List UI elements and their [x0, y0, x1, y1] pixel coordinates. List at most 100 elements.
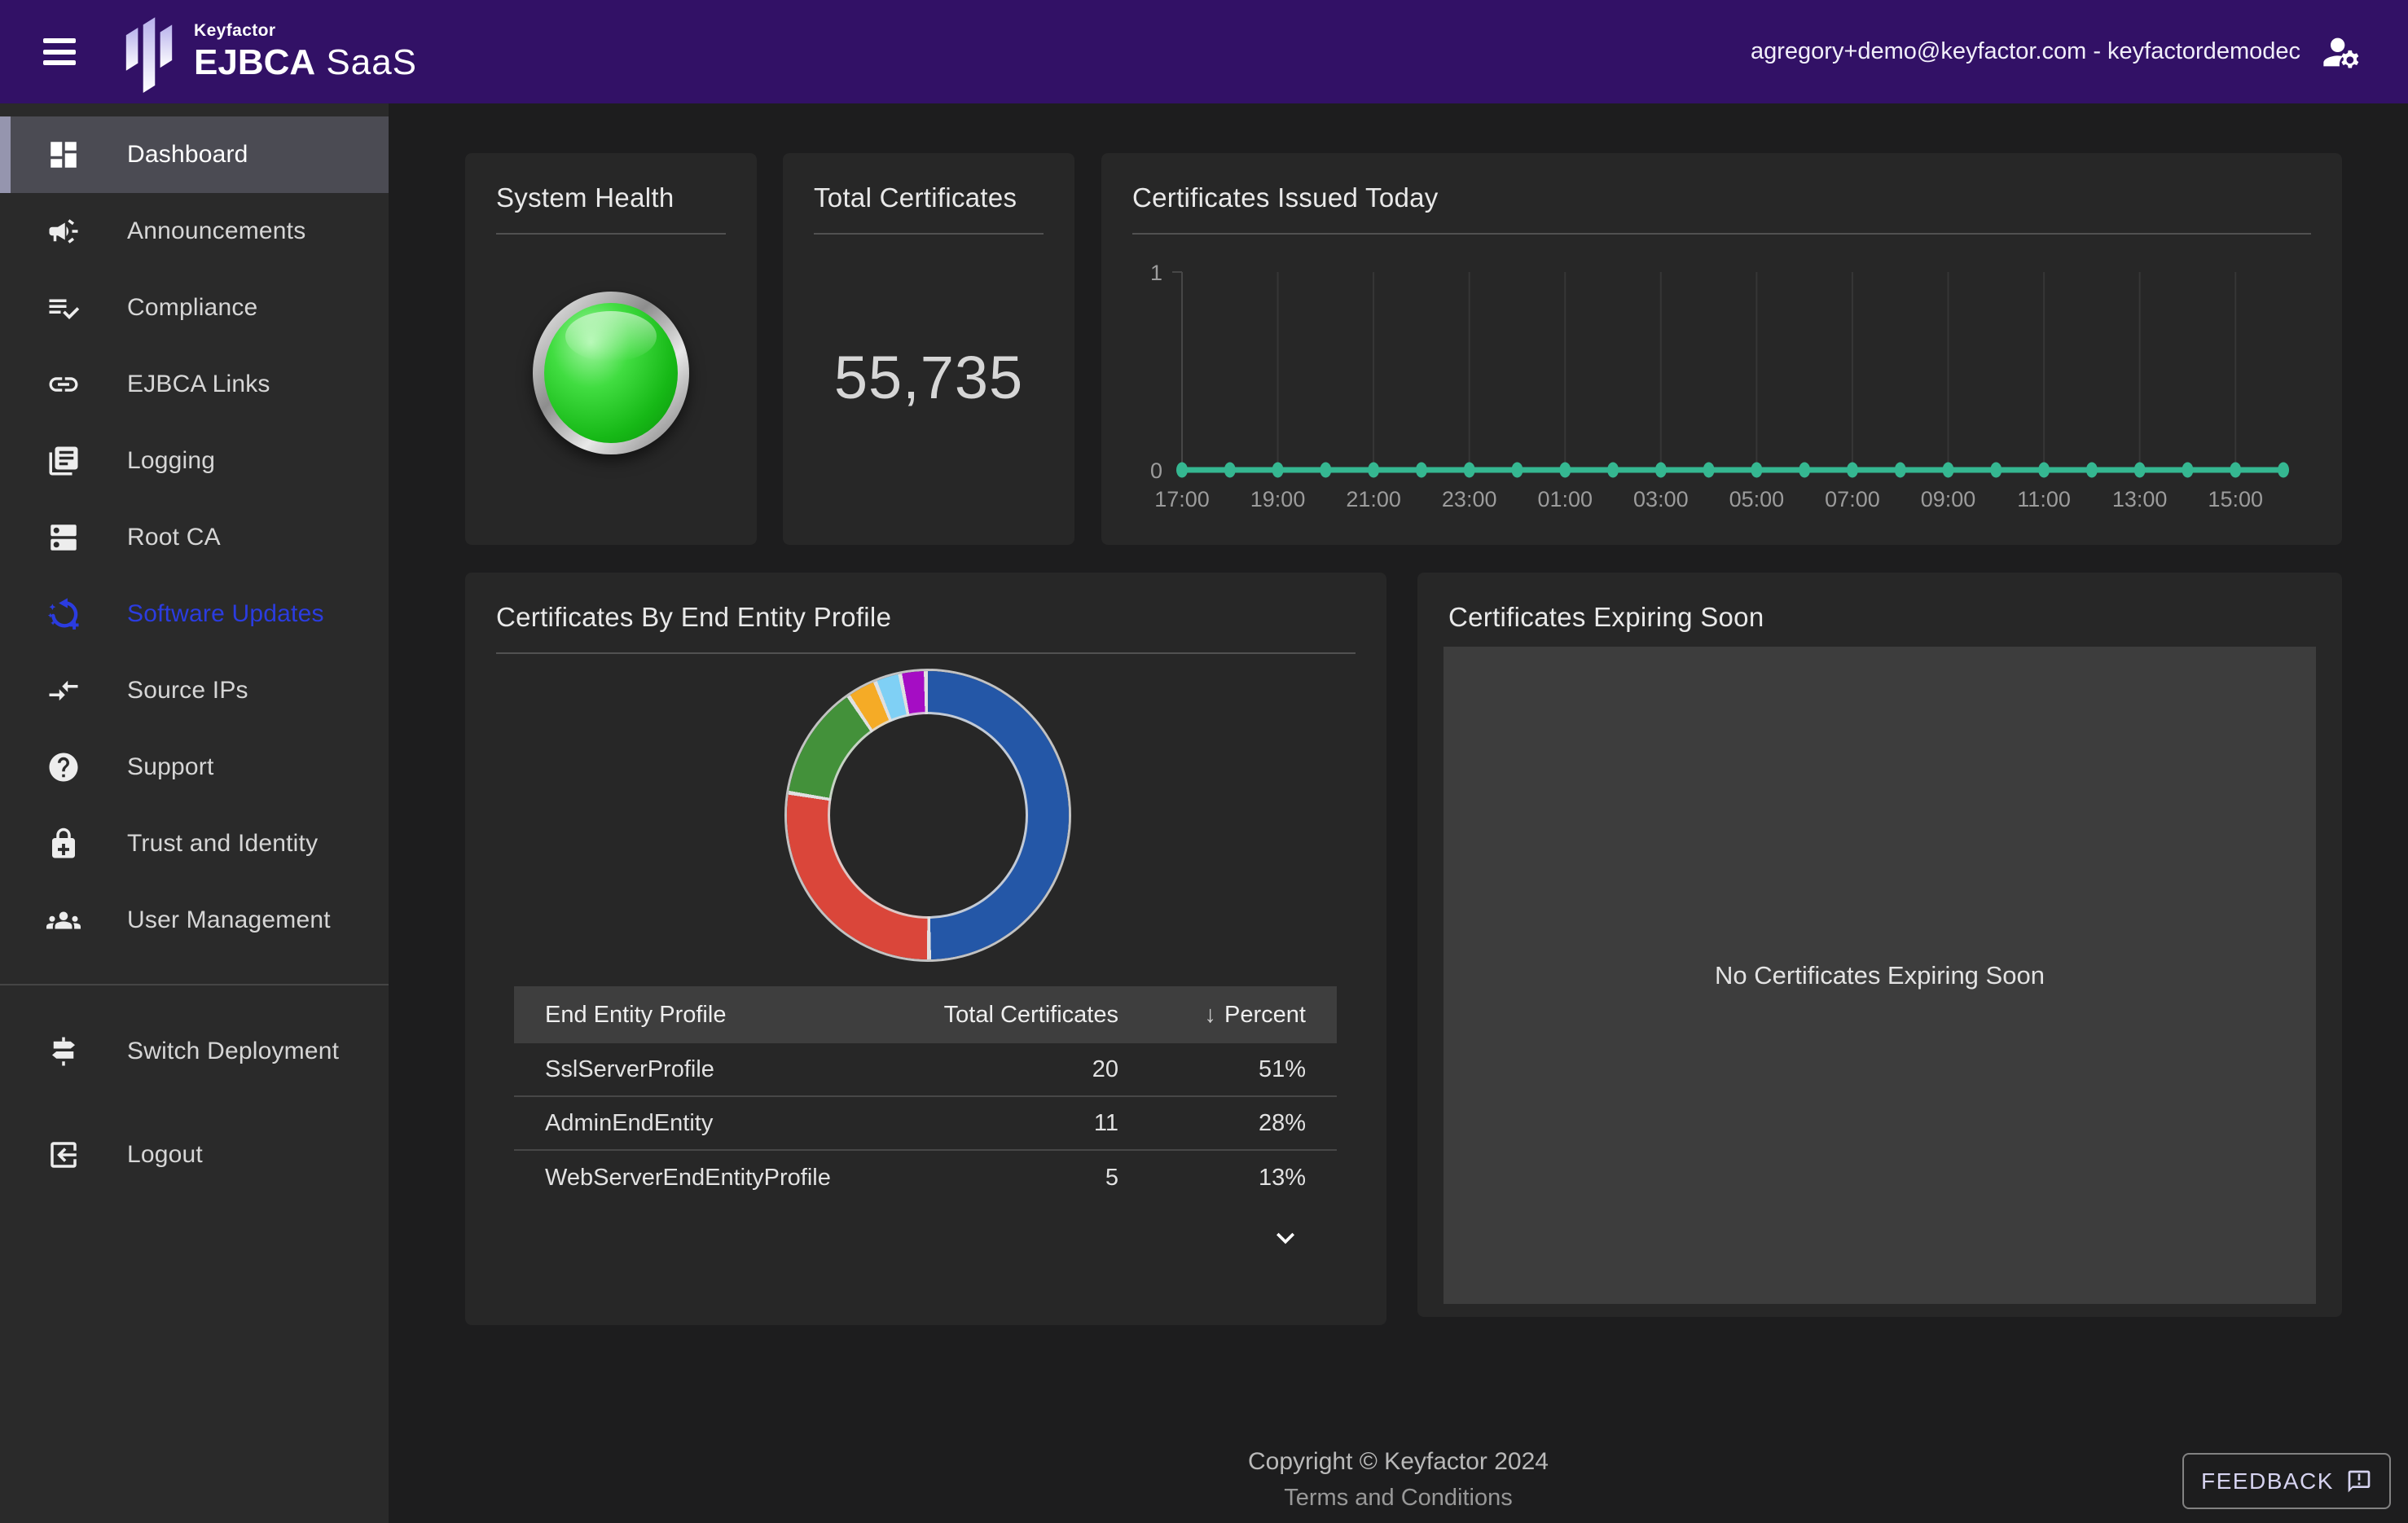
health-status-green [544, 303, 678, 443]
keyfactor-logo: Keyfactor EJBCA SaaS [122, 11, 417, 93]
profile-donut-chart [787, 671, 1069, 959]
health-status-light [533, 292, 689, 454]
sidebar-item-ejbca-links[interactable]: EJBCA Links [0, 346, 389, 423]
profile-table-row: WebServerEndEntityProfile513% [514, 1151, 1337, 1205]
sidebar-item-label: Announcements [127, 217, 305, 245]
sidebar-item-label: Source IPs [127, 677, 248, 704]
svg-text:0: 0 [1150, 459, 1162, 483]
expiring-empty-panel: No Certificates Expiring Soon [1443, 647, 2316, 1304]
issued-today-line-chart: 0117:0019:0021:0023:0001:0003:0005:0007:… [1101, 153, 2342, 545]
sidebar-item-support[interactable]: Support [0, 729, 389, 805]
svg-text:03:00: 03:00 [1633, 487, 1689, 511]
sort-desc-icon: ↓ [1205, 1002, 1217, 1029]
certificates-expiring-card: Certificates Expiring Soon No Certificat… [1417, 573, 2342, 1317]
account-settings-icon[interactable] [2320, 31, 2362, 73]
svg-text:13:00: 13:00 [2112, 487, 2168, 511]
sidebar-item-software-updates[interactable]: Software Updates [0, 576, 389, 652]
sidebar-item-switch-deployment[interactable]: Switch Deployment [0, 1013, 389, 1090]
sidebar-item-label: EJBCA Links [127, 371, 270, 398]
card-title: Certificates By End Entity Profile [465, 573, 1386, 633]
profile-table-row: AdminEndEntity1128% [514, 1097, 1337, 1151]
column-percent[interactable]: ↓Percent [1118, 1002, 1306, 1029]
svg-text:07:00: 07:00 [1825, 487, 1880, 511]
profile-table-row: SslServerProfile2051% [514, 1043, 1337, 1097]
title-divider [496, 652, 1356, 654]
svg-text:23:00: 23:00 [1442, 487, 1497, 511]
chevron-down-icon [1268, 1220, 1303, 1256]
profile-table-header: End Entity Profile Total Certificates ↓P… [514, 986, 1337, 1043]
sidebar-item-user-management[interactable]: User Management [0, 882, 389, 959]
link-icon [46, 366, 81, 402]
title-divider [814, 233, 1044, 235]
compliance-icon [46, 290, 81, 326]
svg-text:15:00: 15:00 [2208, 487, 2263, 511]
expiring-empty-message: No Certificates Expiring Soon [1715, 961, 2045, 990]
sidebar-item-label: Compliance [127, 294, 257, 322]
title-divider [496, 233, 726, 235]
sidebar-item-label: Support [127, 753, 213, 781]
svg-text:1: 1 [1150, 261, 1162, 285]
cell-percent: 28% [1118, 1110, 1306, 1137]
svg-text:19:00: 19:00 [1250, 487, 1306, 511]
sidebar: Dashboard Announcements Compliance EJBCA Li… [0, 103, 389, 1523]
card-title: System Health [465, 153, 757, 213]
page-footer: Copyright © Keyfactor 2024 Terms and Con… [389, 1448, 2408, 1512]
sidebar-item-logout[interactable]: Logout [0, 1117, 389, 1193]
card-title: Total Certificates [783, 153, 1074, 213]
sidebar-item-label: Software Updates [127, 600, 324, 628]
column-total-certificates[interactable]: Total Certificates [874, 1002, 1118, 1029]
svg-text:09:00: 09:00 [1921, 487, 1976, 511]
sidebar-item-root-ca[interactable]: Root CA [0, 499, 389, 576]
feedback-button[interactable]: FEEDBACK [2182, 1453, 2391, 1509]
copyright-text: Copyright © Keyfactor 2024 [389, 1448, 2408, 1476]
announcements-icon [46, 213, 81, 249]
column-end-entity-profile[interactable]: End Entity Profile [545, 1002, 874, 1029]
brand-name: EJBCA [194, 42, 315, 82]
system-health-card: System Health [465, 153, 757, 545]
switch-deployment-icon [46, 1034, 81, 1069]
logging-icon [46, 443, 81, 479]
dashboard-icon [46, 137, 81, 173]
sidebar-item-label: Logging [127, 447, 215, 475]
cell-percent: 13% [1118, 1165, 1306, 1192]
app-header: Keyfactor EJBCA SaaS agregory+demo@keyfa… [0, 0, 2408, 103]
cell-total: 20 [874, 1056, 1118, 1083]
svg-text:21:00: 21:00 [1346, 487, 1401, 511]
sidebar-item-compliance[interactable]: Compliance [0, 270, 389, 346]
terms-link[interactable]: Terms and Conditions [1284, 1485, 1512, 1512]
cell-total: 5 [874, 1165, 1118, 1192]
brand-suffix: SaaS [315, 42, 417, 82]
total-certificates-card: Total Certificates 55,735 [783, 153, 1074, 545]
sidebar-item-logging[interactable]: Logging [0, 423, 389, 499]
sidebar-item-label: Logout [127, 1141, 203, 1169]
sidebar-item-source-ips[interactable]: Source IPs [0, 652, 389, 729]
cell-profile: SslServerProfile [545, 1056, 874, 1083]
trust-identity-icon [46, 826, 81, 862]
expand-table-button[interactable] [1259, 1216, 1312, 1262]
cell-profile: WebServerEndEntityProfile [545, 1165, 874, 1192]
sidebar-item-label: Switch Deployment [127, 1038, 339, 1065]
svg-text:01:00: 01:00 [1537, 487, 1593, 511]
brand-small: Keyfactor [194, 21, 417, 41]
sidebar-item-label: Root CA [127, 524, 221, 551]
feedback-bubble-icon [2346, 1468, 2372, 1494]
software-updates-icon [46, 596, 81, 632]
menu-icon[interactable] [43, 38, 76, 65]
user-management-icon [46, 902, 81, 938]
keyfactor-logo-icon [122, 11, 176, 93]
user-account-label: agregory+demo@keyfactor.com - keyfactord… [1751, 0, 2300, 103]
profile-table: End Entity Profile Total Certificates ↓P… [514, 986, 1337, 1205]
sidebar-item-label: Trust and Identity [127, 830, 318, 858]
sidebar-item-trust-and-identity[interactable]: Trust and Identity [0, 805, 389, 882]
sidebar-item-label: User Management [127, 906, 331, 934]
cell-percent: 51% [1118, 1056, 1306, 1083]
cell-profile: AdminEndEntity [545, 1110, 874, 1137]
sidebar-item-announcements[interactable]: Announcements [0, 193, 389, 270]
total-certificates-value: 55,735 [783, 343, 1074, 412]
support-icon [46, 749, 81, 785]
certificates-issued-today-card: Certificates Issued Today 0117:0019:0021… [1101, 153, 2342, 545]
card-title: Certificates Expiring Soon [1417, 573, 2342, 633]
logout-icon [46, 1137, 81, 1173]
source-ips-icon [46, 673, 81, 709]
sidebar-item-dashboard[interactable]: Dashboard [0, 116, 389, 193]
